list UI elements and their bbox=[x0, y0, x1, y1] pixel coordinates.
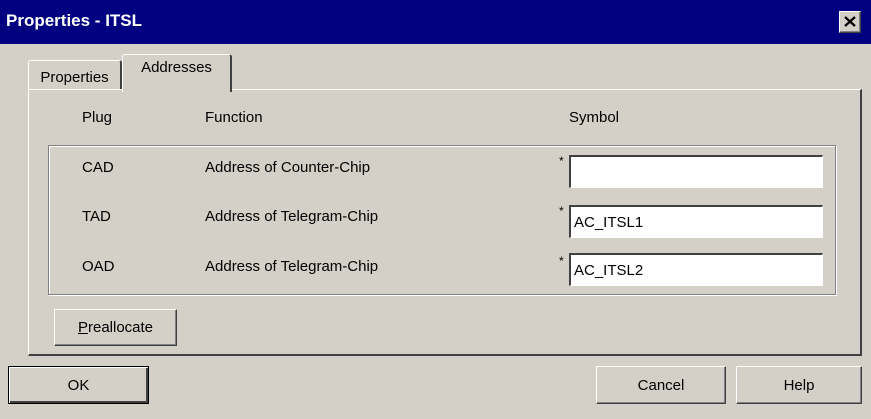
symbol-field-cad[interactable] bbox=[569, 155, 823, 188]
tab-properties-label: Properties bbox=[40, 69, 109, 86]
close-button[interactable] bbox=[839, 11, 861, 33]
plug-tad: TAD bbox=[82, 208, 111, 225]
preallocate-button[interactable]: Preallocate bbox=[54, 309, 177, 346]
required-marker-tad: * bbox=[559, 204, 564, 218]
function-cad: Address of Counter-Chip bbox=[205, 159, 371, 176]
ok-button[interactable]: OK bbox=[8, 366, 149, 404]
required-marker-cad: * bbox=[559, 154, 564, 168]
preallocate-label: reallocate bbox=[87, 319, 154, 336]
plug-oad: OAD bbox=[82, 258, 115, 275]
cancel-label: Cancel bbox=[637, 376, 685, 394]
required-marker-oad: * bbox=[559, 254, 564, 268]
function-tad: Address of Telegram-Chip bbox=[205, 208, 379, 225]
cancel-button[interactable]: Cancel bbox=[596, 366, 726, 404]
symbol-column-header: Symbol bbox=[569, 109, 620, 126]
close-icon bbox=[844, 14, 856, 31]
symbol-field-oad[interactable] bbox=[569, 253, 823, 286]
tab-addresses-label: Addresses bbox=[141, 59, 212, 76]
title-bar[interactable]: Properties - ITSL bbox=[0, 0, 871, 44]
tab-properties[interactable]: Properties bbox=[28, 60, 122, 90]
plug-cad: CAD bbox=[82, 159, 114, 176]
help-label: Help bbox=[783, 376, 815, 394]
plug-column-header: Plug bbox=[82, 109, 113, 126]
properties-dialog: Properties - ITSL Properties Addresses P… bbox=[0, 0, 871, 419]
ok-label: OK bbox=[67, 376, 90, 394]
help-button[interactable]: Help bbox=[736, 366, 862, 404]
preallocate-mnemonic: P bbox=[77, 319, 88, 336]
tab-addresses[interactable]: Addresses bbox=[122, 54, 232, 92]
window-title: Properties - ITSL bbox=[6, 11, 143, 30]
symbol-field-tad[interactable] bbox=[569, 205, 823, 238]
function-oad: Address of Telegram-Chip bbox=[205, 258, 379, 275]
function-column-header: Function bbox=[205, 109, 263, 126]
